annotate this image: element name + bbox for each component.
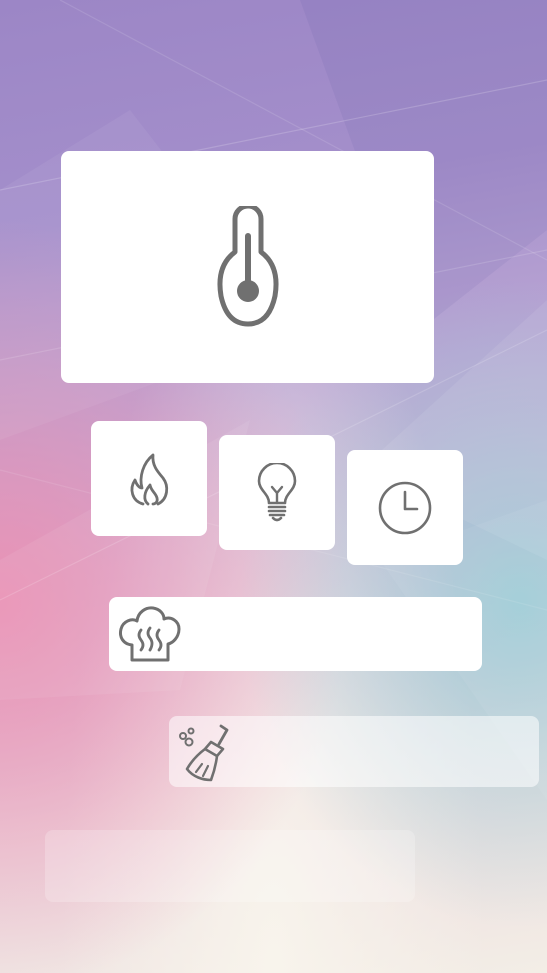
thermometer-icon [217, 206, 278, 327]
cleaning-row[interactable] [169, 716, 539, 787]
temperature-tile[interactable] [61, 151, 434, 383]
timer-tile[interactable] [347, 450, 463, 565]
steam-chef-hat-icon [119, 606, 181, 662]
steam-row[interactable] [109, 597, 482, 671]
flame-icon [130, 453, 169, 505]
faded-row [45, 830, 415, 902]
light-tile[interactable] [219, 435, 335, 550]
cleaning-brush-icon [179, 724, 229, 781]
light-bulb-icon [257, 462, 297, 521]
heating-tile[interactable] [91, 421, 207, 536]
clock-icon [378, 481, 432, 534]
